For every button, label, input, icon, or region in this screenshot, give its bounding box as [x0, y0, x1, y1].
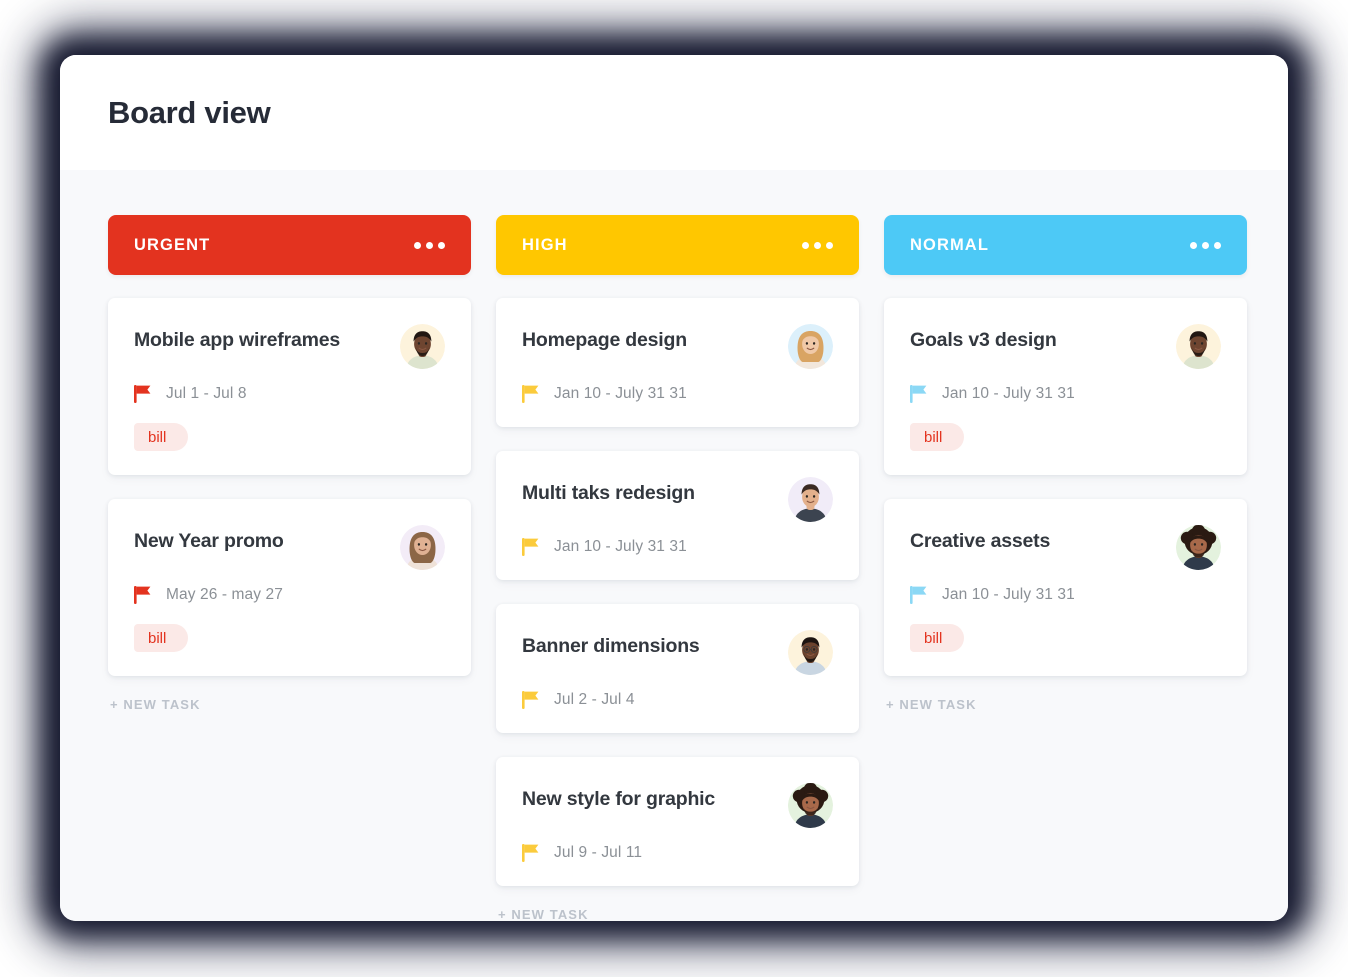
task-card[interactable]: Homepage design Jan 10 - July 31 31	[496, 298, 859, 427]
card-title: Homepage design	[522, 329, 687, 351]
column-title-high: HIGH	[522, 235, 568, 254]
avatar[interactable]	[400, 525, 445, 570]
flag-icon	[910, 586, 927, 604]
avatar[interactable]	[788, 630, 833, 675]
task-card[interactable]: Mobile app wireframes Jul 1 - Jul 8 bill	[108, 298, 471, 475]
card-list-normal: Goals v3 design Jan 10 - July 31 31 bill Cr…	[884, 298, 1247, 700]
card-tag[interactable]: bill	[134, 423, 189, 451]
card-top-row: New style for graphic	[522, 783, 833, 828]
card-date: Jul 2 - Jul 4	[554, 691, 635, 708]
card-date: Jan 10 - July 31 31	[554, 538, 687, 555]
flag-icon	[522, 538, 539, 556]
avatar[interactable]	[788, 477, 833, 522]
card-date: Jul 9 - Jul 11	[554, 844, 643, 861]
task-card[interactable]: Multi taks redesign Jan 10 - July 31 31	[496, 451, 859, 580]
avatar[interactable]	[400, 324, 445, 369]
card-date-row: Jan 10 - July 31 31	[522, 538, 833, 556]
card-top-row: New Year promo	[134, 525, 445, 570]
card-title: Creative assets	[910, 530, 1051, 552]
card-title: Mobile app wireframes	[134, 329, 341, 351]
board-columns-container: URGENT Mobile app wireframes Jul 1 - Jul 8…	[60, 170, 1288, 921]
card-date-row: Jul 1 - Jul 8	[134, 385, 445, 403]
page-title: Board view	[108, 94, 271, 130]
card-top-row: Homepage design	[522, 324, 833, 369]
card-tag-row: bill	[134, 624, 445, 652]
flag-icon	[134, 586, 151, 604]
card-title: New Year promo	[134, 530, 284, 552]
card-top-row: Mobile app wireframes	[134, 324, 445, 369]
three-dots-icon[interactable]	[802, 241, 833, 249]
card-tag[interactable]: bill	[910, 624, 965, 652]
card-top-row: Banner dimensions	[522, 630, 833, 675]
flag-icon	[910, 385, 927, 403]
window-header: Board view	[60, 55, 1288, 170]
card-title: New style for graphic	[522, 788, 716, 810]
card-date-row: Jan 10 - July 31 31	[910, 385, 1221, 403]
task-card[interactable]: Goals v3 design Jan 10 - July 31 31 bill	[884, 298, 1247, 475]
avatar[interactable]	[1176, 324, 1221, 369]
flag-icon	[522, 385, 539, 403]
column-header-urgent[interactable]: URGENT	[108, 215, 471, 275]
column-title-normal: NORMAL	[910, 235, 990, 254]
flag-icon	[522, 691, 539, 709]
card-title: Banner dimensions	[522, 635, 700, 657]
card-date: Jan 10 - July 31 31	[942, 586, 1075, 603]
card-tag[interactable]: bill	[134, 624, 189, 652]
card-top-row: Goals v3 design	[910, 324, 1221, 369]
task-card[interactable]: Creative assets Jan 10 - July 31 31 bill	[884, 499, 1247, 676]
flag-icon	[522, 844, 539, 862]
column-high: HIGH Homepage design Jan 10 - July 31 31 Mu…	[496, 215, 859, 921]
card-date-row: Jul 2 - Jul 4	[522, 691, 833, 709]
new-task-button-high[interactable]: + NEW TASK	[496, 907, 859, 921]
card-date-row: Jan 10 - July 31 31	[910, 586, 1221, 604]
new-task-button-urgent[interactable]: + NEW TASK	[108, 697, 471, 712]
three-dots-icon[interactable]	[1190, 241, 1221, 249]
card-date: Jul 1 - Jul 8	[166, 385, 247, 402]
column-urgent: URGENT Mobile app wireframes Jul 1 - Jul 8…	[108, 215, 471, 712]
column-normal: NORMAL Goals v3 design Jan 10 - July 31 31…	[884, 215, 1247, 712]
card-list-urgent: Mobile app wireframes Jul 1 - Jul 8 bill Ne…	[108, 298, 471, 700]
card-date-row: Jul 9 - Jul 11	[522, 844, 833, 862]
card-tag-row: bill	[910, 423, 1221, 451]
card-title: Multi taks redesign	[522, 482, 695, 504]
avatar[interactable]	[1176, 525, 1221, 570]
card-tag-row: bill	[134, 423, 445, 451]
three-dots-icon[interactable]	[414, 241, 445, 249]
avatar[interactable]	[788, 324, 833, 369]
card-title: Goals v3 design	[910, 329, 1057, 351]
task-card[interactable]: New style for graphic Jul 9 - Jul 11	[496, 757, 859, 886]
app-window: Board view URGENT Mobile app wireframes Ju…	[60, 55, 1288, 921]
card-tag-row: bill	[910, 624, 1221, 652]
card-date-row: May 26 - may 27	[134, 586, 445, 604]
flag-icon	[134, 385, 151, 403]
board-view-app: Board view URGENT Mobile app wireframes Ju…	[0, 0, 1348, 977]
new-task-button-normal[interactable]: + NEW TASK	[884, 697, 1247, 712]
column-title-urgent: URGENT	[134, 235, 211, 254]
column-header-normal[interactable]: NORMAL	[884, 215, 1247, 275]
card-date-row: Jan 10 - July 31 31	[522, 385, 833, 403]
task-card[interactable]: Banner dimensions Jul 2 - Jul 4	[496, 604, 859, 733]
card-top-row: Multi taks redesign	[522, 477, 833, 522]
card-list-high: Homepage design Jan 10 - July 31 31 Multi …	[496, 298, 859, 910]
column-header-high[interactable]: HIGH	[496, 215, 859, 275]
card-date: May 26 - may 27	[166, 586, 283, 603]
card-tag[interactable]: bill	[910, 423, 965, 451]
avatar[interactable]	[788, 783, 833, 828]
task-card[interactable]: New Year promo May 26 - may 27 bill	[108, 499, 471, 676]
card-date: Jan 10 - July 31 31	[554, 385, 687, 402]
card-date: Jan 10 - July 31 31	[942, 385, 1075, 402]
card-top-row: Creative assets	[910, 525, 1221, 570]
